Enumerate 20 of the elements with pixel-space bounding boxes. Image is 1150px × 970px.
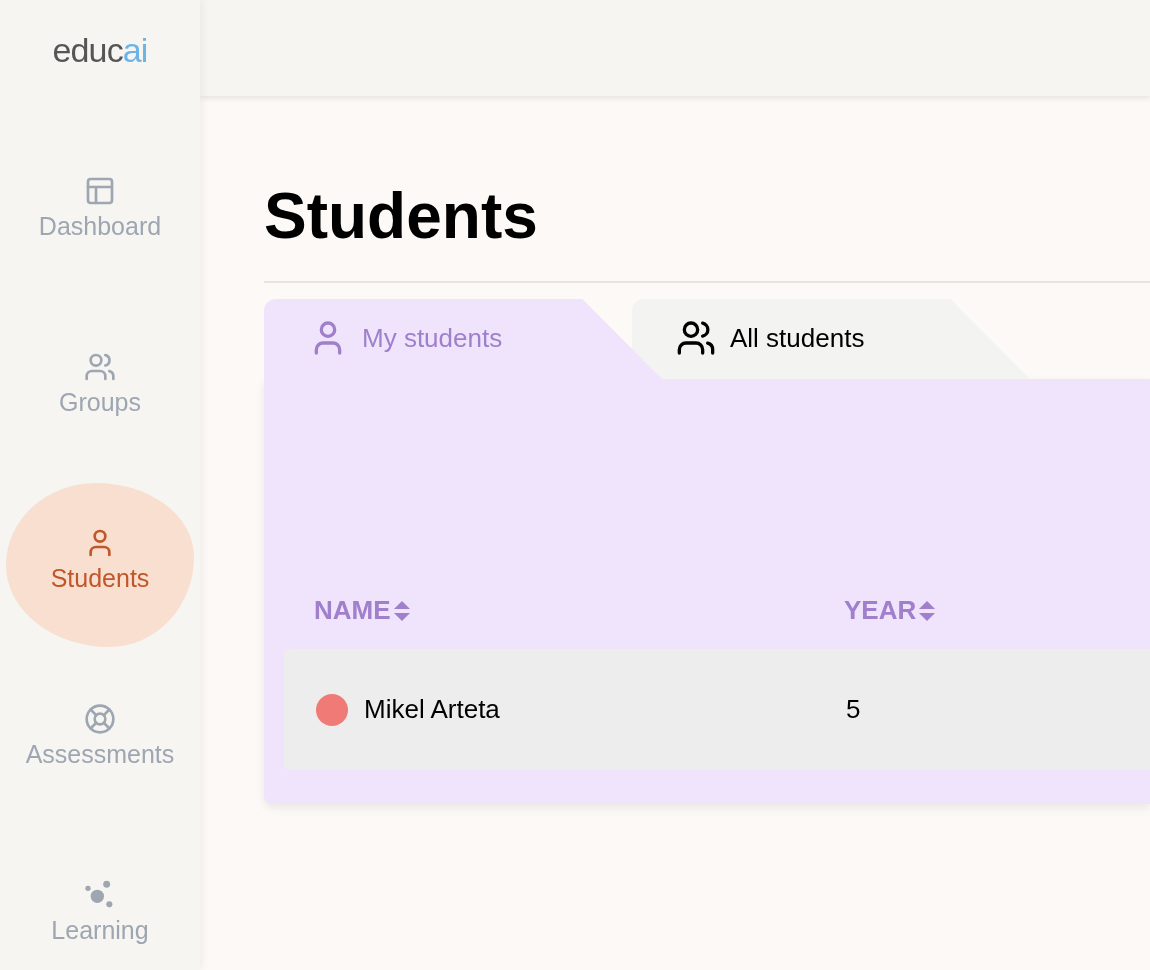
nav-item[interactable]: Students bbox=[6, 483, 194, 647]
layout-icon bbox=[84, 175, 116, 207]
nav-item[interactable]: Learning bbox=[6, 835, 194, 970]
column-header[interactable]: YEAR bbox=[844, 591, 937, 630]
nav-item[interactable]: Groups bbox=[6, 307, 194, 471]
page-title: Students bbox=[264, 179, 539, 254]
users-icon bbox=[84, 351, 116, 383]
tab[interactable]: My students bbox=[264, 299, 662, 379]
table-cell-text: Mikel Arteta bbox=[364, 693, 500, 726]
lifebuoy-icon bbox=[84, 703, 116, 735]
tab[interactable]: All students bbox=[632, 299, 1030, 379]
sort-icon[interactable] bbox=[392, 599, 411, 622]
sort-icon[interactable] bbox=[918, 599, 937, 622]
nav-item[interactable]: Assessments bbox=[6, 659, 194, 823]
column-header[interactable]: NAME bbox=[314, 591, 844, 630]
users-icon bbox=[676, 318, 716, 358]
logo: educai bbox=[52, 30, 148, 70]
nav-item[interactable]: Dashboard bbox=[6, 131, 194, 295]
table-row[interactable]: Mikel Arteta 5 bbox=[284, 649, 1150, 770]
table-cell-text: 5 bbox=[846, 693, 861, 726]
